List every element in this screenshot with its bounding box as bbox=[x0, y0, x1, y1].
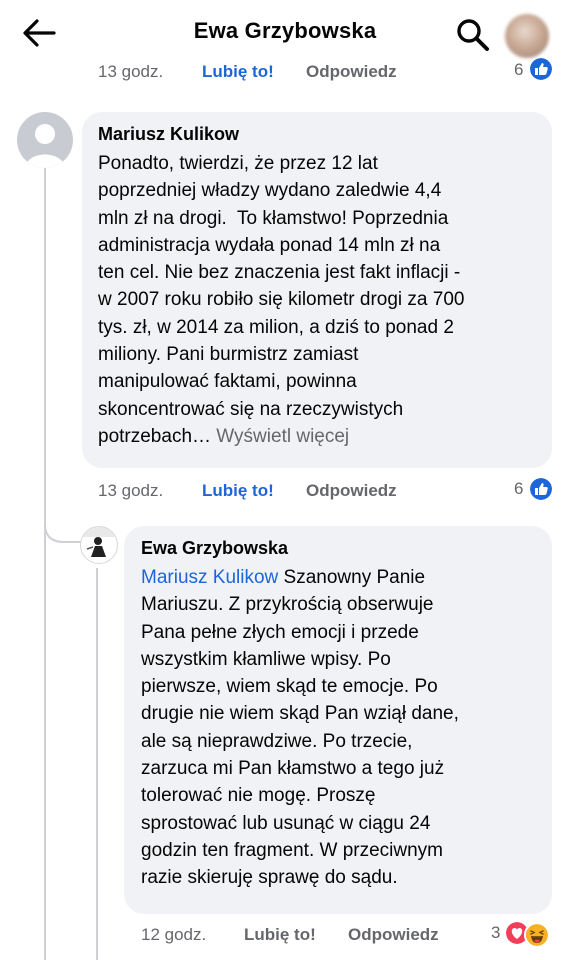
comment-line: razie skieruję sprawę do sądu. bbox=[141, 867, 398, 889]
like-button[interactable]: Lubię to! bbox=[202, 481, 274, 501]
comment-bubble[interactable]: Ewa Grzybowska Mariusz Kulikow Szanowny … bbox=[124, 526, 552, 914]
comment-actions: 13 godz. Lubię to! Odpowiedz 6 bbox=[0, 478, 570, 507]
reply-button[interactable]: Odpowiedz bbox=[348, 925, 439, 945]
comment-line: tys. zł, w 2014 za milion, a dziś to pon… bbox=[98, 316, 454, 338]
reaction-count: 6 bbox=[514, 60, 524, 79]
comment-time: 13 godz. bbox=[98, 481, 164, 500]
avatar[interactable] bbox=[17, 112, 73, 168]
comment-line: manipulować faktami, powinna bbox=[98, 371, 357, 393]
comment-line: ale są nieprawdziwe. Po trzecie, bbox=[141, 730, 413, 752]
comment-line: Mariuszu. Z przykrością obserwuje bbox=[141, 594, 434, 616]
thread-line bbox=[44, 168, 46, 960]
comment-line: drugie nie wiem skąd Pan wziął dane, bbox=[141, 703, 459, 725]
like-button[interactable]: Lubię to! bbox=[244, 925, 316, 945]
avatar[interactable] bbox=[80, 526, 118, 564]
comment-actions: 12 godz. Lubię to! Odpowiedz 3 bbox=[0, 922, 570, 951]
header: Ewa Grzybowska bbox=[0, 0, 570, 62]
comment-line: poprzedniej władzy wydano zaledwie 4,4 bbox=[98, 180, 442, 202]
comment-line: w 2007 roku robiło się kilometr drogi za… bbox=[98, 289, 465, 311]
reply-connector bbox=[44, 510, 82, 543]
reaction-count: 3 bbox=[491, 923, 501, 942]
comment-line: administracja wydała ponad 14 mln zł na bbox=[98, 234, 441, 256]
comment-line: Szanowny Panie bbox=[278, 567, 426, 588]
comment-line-first: Mariusz Kulikow Szanowny Panie bbox=[141, 564, 551, 591]
comment-bubble[interactable]: Mariusz Kulikow Ponadto, twierdzi, że pr… bbox=[82, 112, 552, 468]
comment-line: pierwsze, wiem skąd te emocje. Po bbox=[141, 676, 438, 698]
comment-line: godzin ten fragment. W przeciwnym bbox=[141, 839, 444, 861]
person-icon bbox=[81, 527, 117, 557]
like-reaction-icon[interactable] bbox=[530, 58, 552, 80]
comment-line: ten cel. Nie bez znaczenia jest fakt inf… bbox=[98, 262, 461, 284]
comment-author[interactable]: Mariusz Kulikow bbox=[98, 124, 239, 145]
default-user-icon bbox=[25, 124, 65, 168]
comment-text: Mariusz Kulikow Szanowny Panie Mariuszu.… bbox=[141, 564, 551, 892]
reaction-count: 6 bbox=[514, 479, 524, 498]
comment-line: Pana pełne złych emocji i przede bbox=[141, 621, 419, 643]
comment-time: 13 godz. bbox=[98, 62, 164, 81]
like-reaction-icon[interactable] bbox=[530, 478, 552, 500]
see-more-link[interactable]: Wyświetl więcej bbox=[211, 426, 349, 447]
comment-line: wszystkim kłamliwe wpisy. Po bbox=[141, 648, 391, 670]
comment-line: Ponadto, twierdzi, że przez 12 lat bbox=[98, 153, 378, 174]
comment-line: mln zł na drogi. To kłamstwo! Poprzednia bbox=[98, 207, 449, 229]
like-button[interactable]: Lubię to! bbox=[202, 62, 274, 82]
comment-line-last: potrzebach… Wyświetl więcej bbox=[98, 423, 548, 450]
comment-actions-top: 13 godz. Lubię to! Odpowiedz 6 bbox=[0, 58, 570, 88]
comment-line: skoncentrować się na rzeczywistych bbox=[98, 398, 404, 420]
search-icon[interactable] bbox=[456, 18, 490, 52]
reply-thread-line bbox=[96, 568, 98, 960]
comment-line: miliony. Pani burmistrz zamiast bbox=[98, 344, 359, 366]
haha-reaction-icon[interactable] bbox=[524, 922, 550, 948]
reply-button[interactable]: Odpowiedz bbox=[306, 62, 397, 82]
comment-line: zarzuca mi Pan kłamstwo a tego już bbox=[141, 758, 445, 780]
mention-link[interactable]: Mariusz Kulikow bbox=[141, 567, 278, 588]
avatar[interactable] bbox=[505, 14, 549, 58]
comment-line: potrzebach… bbox=[98, 425, 212, 447]
comment-line: sprostować lub usunąć w ciągu 24 bbox=[141, 812, 431, 834]
reply-button[interactable]: Odpowiedz bbox=[306, 481, 397, 501]
comment-line: tolerować nie mogę. Proszę bbox=[141, 785, 376, 807]
comment-time: 12 godz. bbox=[141, 925, 207, 944]
comment-author[interactable]: Ewa Grzybowska bbox=[141, 538, 288, 559]
comment-text: Ponadto, twierdzi, że przez 12 lat poprz… bbox=[98, 150, 548, 450]
